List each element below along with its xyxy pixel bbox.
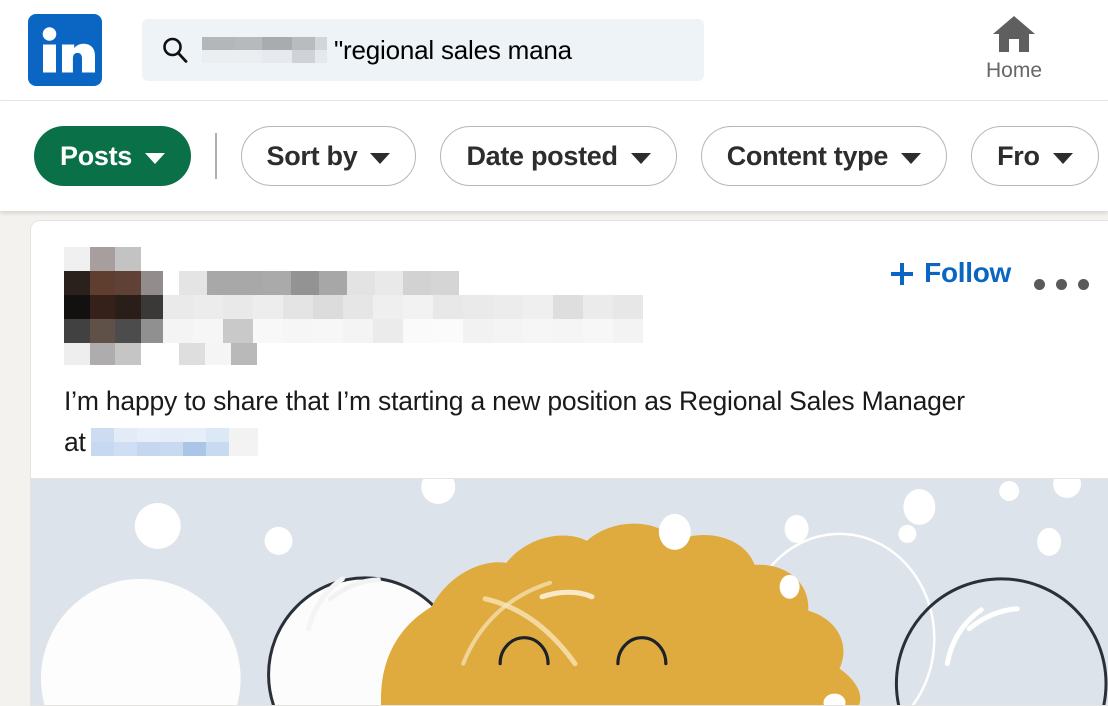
filter-pill-posts-label: Posts [60, 140, 133, 171]
follow-button[interactable]: Follow [889, 257, 1011, 289]
follow-button-label: Follow [924, 257, 1011, 288]
home-icon [990, 12, 1038, 56]
search-input[interactable]: "regional sales mana [142, 19, 704, 81]
search-value-row: "regional sales mana [202, 37, 572, 65]
filter-pill-from-member[interactable]: Fro [971, 126, 1099, 186]
chevron-down-icon [370, 152, 391, 164]
filter-pill-date-posted[interactable]: Date posted [440, 126, 677, 186]
filter-pill-date-posted-label: Date posted [466, 140, 618, 171]
author-redacted-block[interactable] [64, 247, 704, 365]
plus-icon [889, 261, 915, 287]
post-text-line2: at [64, 422, 1082, 463]
chevron-down-icon [630, 152, 651, 164]
filter-pill-sort-by-label: Sort by [266, 140, 358, 171]
ellipsis-icon [1056, 279, 1067, 290]
post-image[interactable] [31, 478, 1108, 705]
global-header: "regional sales mana Home [0, 0, 1108, 101]
company-redacted-mention[interactable] [90, 428, 258, 456]
chevron-down-icon [145, 152, 166, 164]
post-text-at: at [64, 427, 86, 457]
post-header: Follow [31, 221, 1108, 381]
post-overflow-menu-button[interactable] [1034, 279, 1089, 290]
search-results-feed: Follow I’m happy to share that I’m start… [0, 211, 1108, 706]
filter-pill-posts[interactable]: Posts [34, 126, 192, 186]
chevron-down-icon [901, 152, 922, 164]
post-text: I’m happy to share that I’m starting a n… [31, 381, 1108, 478]
linkedin-logo[interactable] [28, 14, 102, 86]
post-text-line1: I’m happy to share that I’m starting a n… [64, 386, 965, 416]
post-card: Follow I’m happy to share that I’m start… [30, 220, 1108, 706]
ellipsis-icon [1078, 279, 1089, 290]
filter-pill-sort-by[interactable]: Sort by [240, 126, 417, 186]
filter-divider [215, 133, 217, 179]
ellipsis-icon [1034, 279, 1045, 290]
search-query-text: "regional sales mana [334, 34, 572, 65]
search-filter-bar: Posts Sort by Date posted Content type F… [0, 101, 1108, 211]
search-redacted-term [202, 37, 327, 64]
nav-item-home-label: Home [985, 59, 1043, 82]
filter-pill-content-type-label: Content type [726, 140, 889, 171]
filter-pill-from-member-label: Fro [997, 140, 1040, 171]
nav-item-home[interactable]: Home [966, 12, 1062, 81]
chevron-down-icon [1052, 152, 1073, 164]
filter-pill-content-type[interactable]: Content type [700, 126, 948, 186]
search-icon [160, 35, 190, 65]
